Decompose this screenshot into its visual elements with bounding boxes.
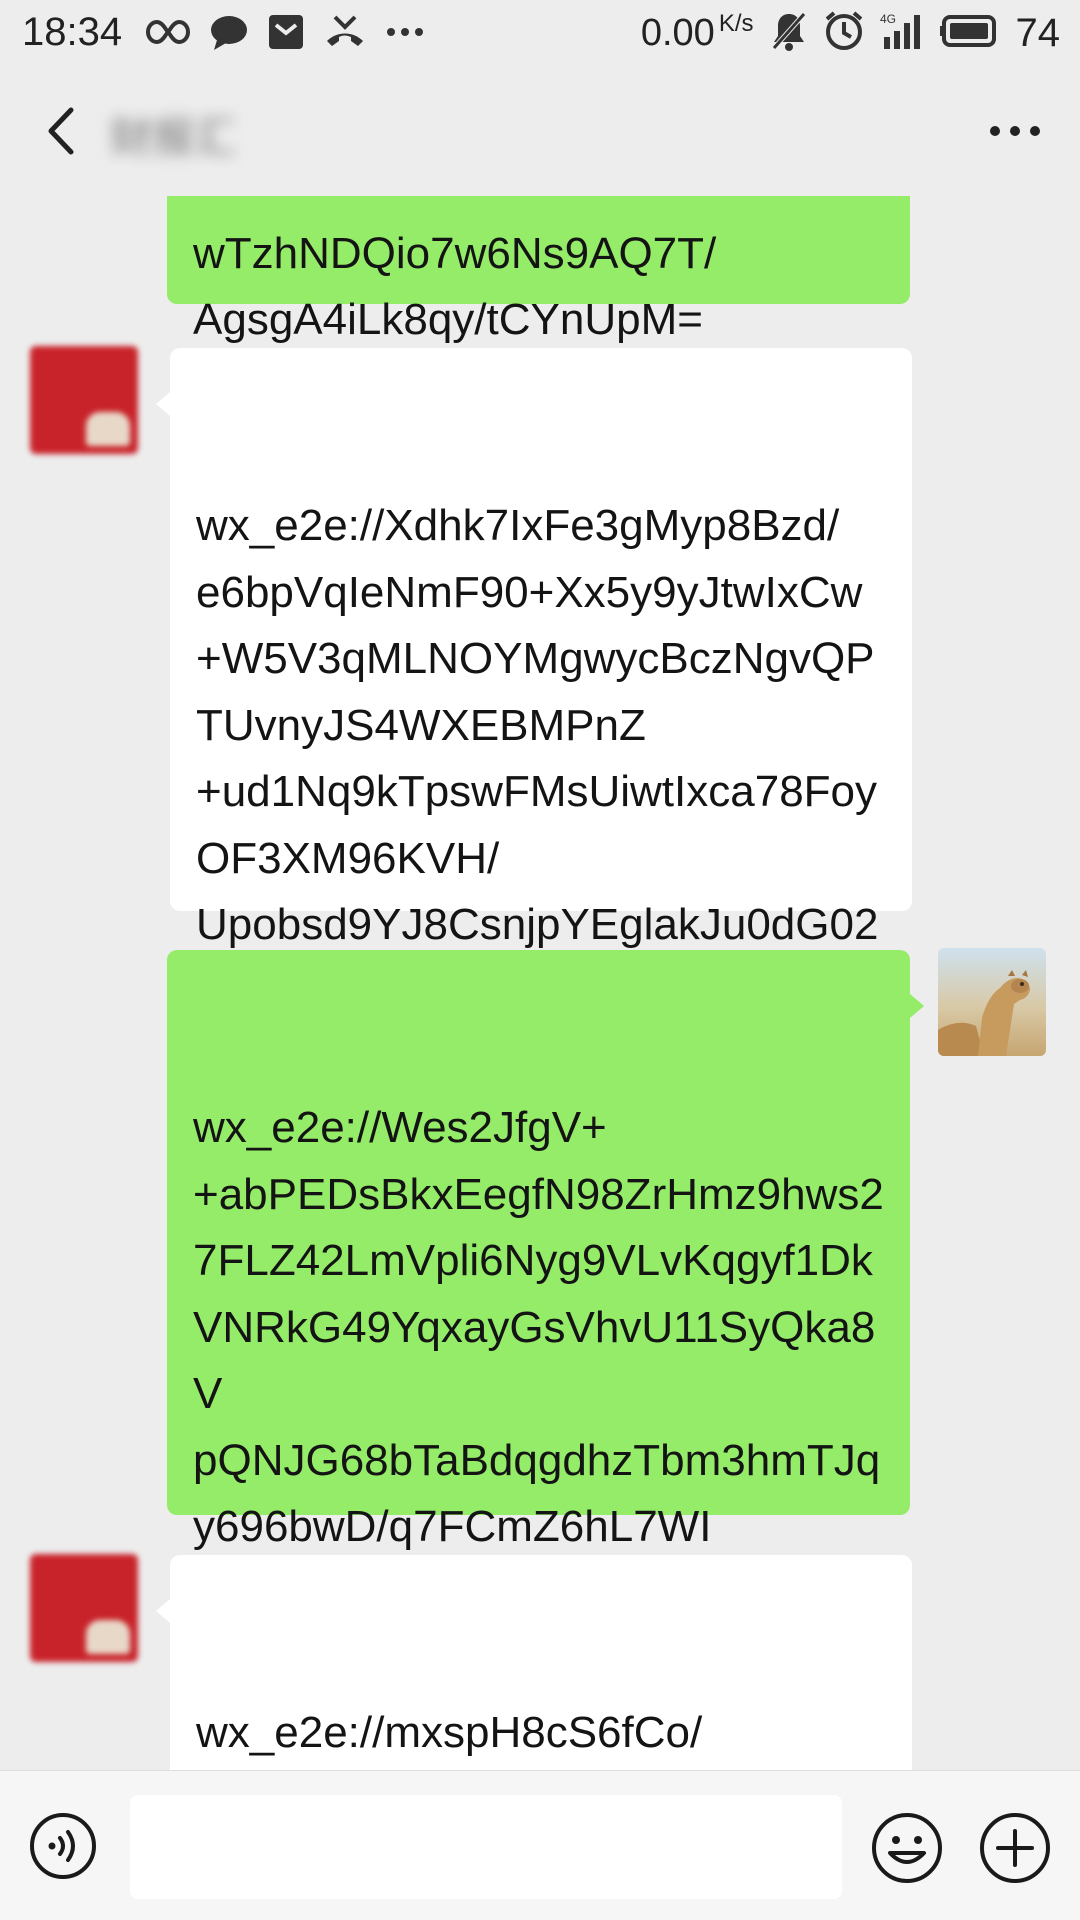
camel-photo: [938, 970, 1030, 1056]
chat-screen: 18:34 0.00 K/s 4G 74 财报汇 wTzhNDQio7w6Ns9…: [0, 0, 1080, 1920]
chevron-left-icon: [48, 107, 74, 155]
message-input[interactable]: [130, 1795, 842, 1899]
network-speed: 0.00 K/s: [640, 9, 754, 55]
infinity-icon: [145, 18, 191, 51]
message-bubble-received[interactable]: wx_e2e://Xdhk7IxFe3gMyp8Bzd/ e6bpVqIeNmF…: [156, 348, 912, 1082]
message-bubble-sent[interactable]: wx_e2e://Wes2JfgV+ +abPEDsBkxEegfN98ZrHm…: [167, 950, 924, 1751]
mute-bell-icon: [770, 10, 808, 57]
more-dots-icon: [385, 25, 425, 43]
missed-call-icon: [323, 13, 367, 56]
status-icons-right: 0.00 K/s 4G 74: [641, 8, 1060, 58]
avatar-contact[interactable]: [30, 1554, 138, 1662]
back-button[interactable]: [30, 101, 90, 161]
chat-header: 财报汇: [0, 66, 1080, 196]
message-bubble-sent[interactable]: wTzhNDQio7w6Ns9AQ7T/ AgsgA4iLk8qy/tCYnUp…: [167, 196, 910, 344]
message-text: wTzhNDQio7w6Ns9AQ7T/ AgsgA4iLk8qy/tCYnUp…: [193, 228, 717, 345]
network-speed-value: 0.00: [640, 11, 715, 54]
message-bubble-received[interactable]: wx_e2e://mxspH8cS6fCo/ lVtfAKDmJr+9+dSpI…: [156, 1555, 912, 1770]
input-bar: [0, 1770, 1080, 1920]
message-list[interactable]: wTzhNDQio7w6Ns9AQ7T/ AgsgA4iLk8qy/tCYnUp…: [0, 196, 1080, 1770]
more-functions-button[interactable]: [978, 1811, 1052, 1885]
message-text: wx_e2e://mxspH8cS6fCo/ lVtfAKDmJr+9+dSpI…: [196, 1708, 703, 1757]
avatar-self[interactable]: [938, 948, 1046, 1056]
battery-level: 74: [1015, 10, 1061, 55]
more-horizontal-icon: [990, 126, 1040, 136]
battery-icon: [939, 14, 1000, 53]
voice-button[interactable]: [28, 1811, 98, 1881]
status-time: 18:34: [22, 10, 123, 54]
chat-bubble-icon: [209, 13, 249, 56]
svg-text:4G: 4G: [880, 12, 896, 26]
inbox-icon: [267, 13, 305, 56]
network-speed-unit: K/s: [718, 9, 754, 37]
status-bar: 18:34 0.00 K/s 4G 74: [0, 0, 1080, 66]
emoji-icon: [872, 1813, 942, 1883]
chat-title: 财报汇: [110, 114, 237, 161]
avatar-contact[interactable]: [30, 346, 138, 454]
more-button[interactable]: [980, 101, 1050, 161]
status-icons-left: [145, 12, 425, 56]
alarm-icon: [824, 10, 864, 57]
signal-4g-icon: 4G: [880, 11, 924, 56]
emoji-button[interactable]: [870, 1811, 944, 1885]
plus-circle-icon: [980, 1813, 1050, 1883]
voice-icon: [30, 1813, 96, 1879]
